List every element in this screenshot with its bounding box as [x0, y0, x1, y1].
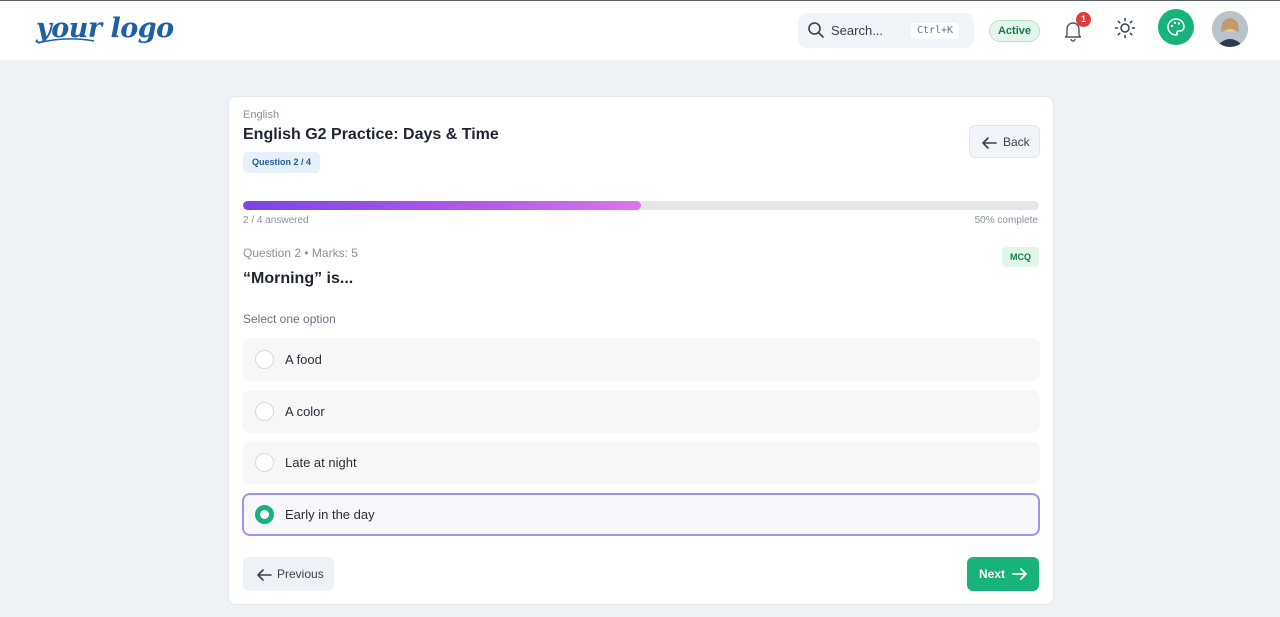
option-label: A food: [285, 352, 322, 367]
avatar-image-icon: [1212, 11, 1248, 47]
previous-button-label: Previous: [277, 567, 324, 581]
option-label: A color: [285, 404, 325, 419]
arrow-right-icon: [1012, 568, 1027, 580]
search-box[interactable]: Search... Ctrl+K: [798, 13, 974, 48]
status-badge: Active: [989, 20, 1040, 42]
question-meta: Question 2 • Marks: 5: [243, 246, 358, 260]
progress-bar-fill: [243, 201, 641, 210]
progress-bar: [243, 201, 1039, 210]
option-a-food[interactable]: A food: [242, 338, 1040, 381]
notification-count-badge: 1: [1076, 12, 1091, 27]
question-counter-chip: Question 2 / 4: [243, 152, 320, 173]
question-text: “Morning” is...: [243, 270, 354, 287]
arrow-left-icon: [257, 569, 272, 581]
option-label: Late at night: [285, 455, 357, 470]
option-late-at-night[interactable]: Late at night: [242, 441, 1040, 484]
arrow-left-icon: [982, 137, 997, 149]
sun-icon[interactable]: [1114, 17, 1136, 39]
search-icon: [808, 22, 824, 38]
percent-complete: 50% complete: [974, 215, 1038, 226]
question-type-badge: MCQ: [1002, 247, 1039, 267]
radio-button[interactable]: [255, 402, 274, 421]
option-a-color[interactable]: A color: [242, 390, 1040, 433]
search-label: Search...: [831, 23, 884, 38]
top-header: your logo Search... Ctrl+K Active 1: [0, 1, 1280, 60]
radio-button[interactable]: [255, 350, 274, 369]
search-shortcut: Ctrl+K: [911, 23, 959, 39]
option-early-in-the-day[interactable]: Early in the day: [242, 493, 1040, 536]
previous-button[interactable]: Previous: [243, 557, 334, 591]
radio-button-selected[interactable]: [255, 505, 274, 524]
answered-count: 2 / 4 answered: [243, 215, 309, 226]
user-avatar[interactable]: [1212, 11, 1248, 47]
quiz-card: English English G2 Practice: Days & Time…: [228, 96, 1054, 605]
theme-palette-button[interactable]: [1158, 9, 1194, 45]
next-button-label: Next: [979, 567, 1006, 581]
back-button[interactable]: Back: [969, 125, 1040, 158]
back-button-label: Back: [1003, 135, 1030, 149]
radio-button[interactable]: [255, 453, 274, 472]
subject-label: English: [243, 109, 280, 121]
logo-swoosh-icon: [37, 38, 95, 44]
next-button[interactable]: Next: [967, 557, 1039, 591]
instruction-text: Select one option: [243, 312, 336, 326]
option-label: Early in the day: [285, 507, 375, 522]
quiz-title: English G2 Practice: Days & Time: [243, 126, 499, 143]
palette-icon: [1167, 18, 1185, 36]
